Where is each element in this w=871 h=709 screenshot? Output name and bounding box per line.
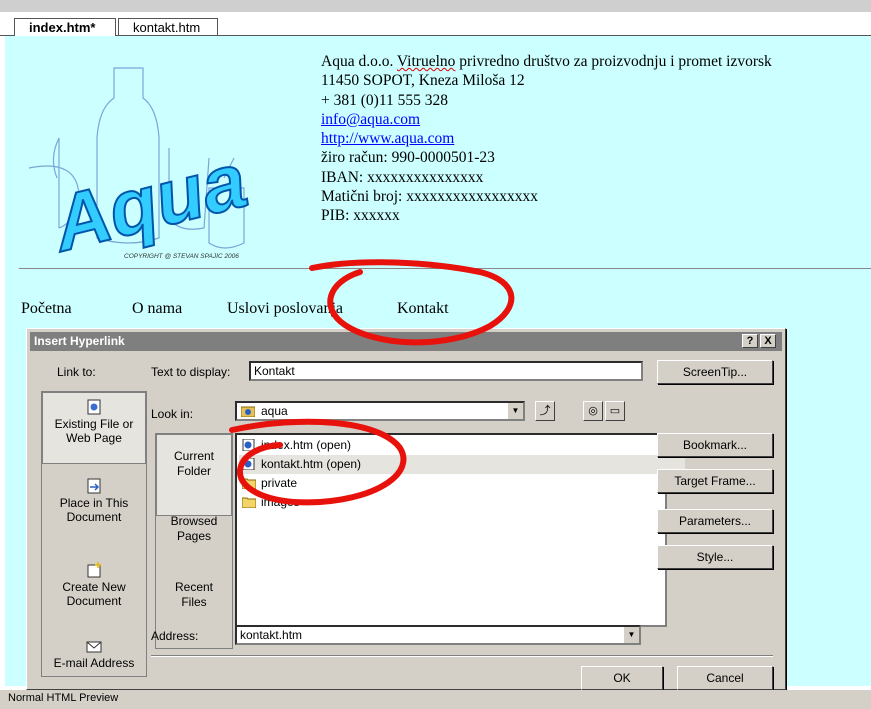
contact-info: Aqua d.o.o. Vitruelno privredno društvo … [321,52,772,226]
recent-files-label-1: Recent [174,580,214,594]
email-link[interactable]: info@aqua.com [321,110,772,129]
tab-bar-background [0,0,871,12]
dialog-title: Insert Hyperlink [34,334,125,348]
search-web-icon[interactable]: ◎ [583,401,603,421]
address-line: 11450 SOPOT, Kneza Miloša 12 [321,72,525,90]
place-label-2: Document [66,510,122,524]
link-to-email-address[interactable]: E-mail Address [42,632,146,676]
recent-files-button[interactable]: Recent Files [156,580,232,610]
html-file-icon [242,458,255,470]
dialog-divider [151,655,773,657]
screentip-button[interactable]: ScreenTip... [657,360,773,384]
address-value: kontakt.htm [240,628,303,642]
up-folder-icon[interactable]: ⤴ [535,401,555,421]
current-folder-button[interactable]: Current Folder [156,434,232,516]
browse-pane: Current Folder Browsed Pages Recent File… [155,433,233,649]
file-list[interactable]: index.htm (open) kontakt.htm (open) priv… [235,433,685,627]
ok-button[interactable]: OK [581,666,663,690]
iban-line: IBAN: xxxxxxxxxxxxxxx [321,168,484,186]
view-mode-bar: Normal HTML Preview [0,690,871,709]
logo-copyright: COPYRIGHT @ STEVAN SPAJIC 2006 [124,253,239,260]
email-icon [86,641,102,653]
look-in-value: aqua [261,404,288,418]
list-item[interactable]: kontakt.htm (open) [239,455,685,474]
horizontal-rule [19,268,871,269]
link-to-create-new-document[interactable]: Create New Document [42,556,146,620]
chevron-down-icon[interactable]: ▼ [507,403,523,419]
folder-icon [242,497,256,508]
create-new-label-1: Create New [62,580,126,594]
current-folder-label-2: Folder [176,464,211,478]
nav-uslovi-poslovanja[interactable]: Uslovi poslovanja [227,300,343,318]
file-name: images [261,495,300,509]
folder-icon [242,478,256,489]
look-in-label: Look in: [151,407,194,421]
browsed-pages-label-2: Pages [176,529,212,543]
address-label: Address: [151,629,199,643]
phone-line: + 381 (0)11 555 328 [321,91,448,109]
link-to-label: Link to: [57,365,96,379]
create-new-label-2: Document [66,594,122,608]
existing-file-label-2: Web Page [66,431,122,445]
view-mode-label: Normal HTML Preview [8,692,119,704]
nav-o-nama[interactable]: O nama [132,300,182,318]
html-file-icon [242,439,255,451]
link-to-existing-file[interactable]: Existing File or Web Page [42,392,146,464]
link-to-pane: Existing File or Web Page Place in This … [41,391,147,677]
place-label-1: Place in This [59,496,129,510]
open-folder-icon[interactable]: ▭ [605,401,625,421]
browsed-pages-button[interactable]: Browsed Pages [156,514,232,544]
list-item[interactable]: index.htm (open) [239,436,351,455]
close-button[interactable]: X [760,334,776,348]
list-item[interactable]: images [239,493,300,512]
cancel-button[interactable]: Cancel [677,666,773,690]
help-button[interactable]: ? [742,334,758,348]
target-frame-button[interactable]: Target Frame... [657,469,773,493]
tab-index-htm[interactable]: index.htm* [14,18,116,36]
account-line: žiro račun: 990-0000501-23 [321,149,495,167]
folder-web-icon [241,406,255,417]
bookmark-button[interactable]: Bookmark... [657,433,773,457]
chevron-down-icon[interactable]: ▼ [623,627,639,643]
recent-files-label-2: Files [181,595,207,609]
tab-kontakt-htm[interactable]: kontakt.htm [118,18,218,36]
file-name: private [261,476,298,490]
browsed-pages-label-1: Browsed [170,514,218,528]
look-in-dropdown[interactable]: aqua ▼ [235,401,525,421]
existing-file-label-1: Existing File or [54,417,134,431]
place-in-document-icon [87,478,101,494]
dialog-title-bar: Insert Hyperlink ? X [30,332,782,351]
pib-line: PIB: xxxxxx [321,207,400,225]
editor-tab-bar: index.htm* kontakt.htm [0,0,871,36]
email-label: E-mail Address [53,656,135,670]
nav-kontakt[interactable]: Kontakt [397,300,449,318]
list-item[interactable]: private [239,474,297,493]
text-to-display-input[interactable]: Kontakt [249,361,643,381]
file-name: kontakt.htm (open) [261,457,362,471]
maticni-line: Matični broj: xxxxxxxxxxxxxxxxx [321,188,538,206]
text-to-display-label: Text to display: [151,365,231,379]
parameters-button[interactable]: Parameters... [657,509,773,533]
style-button[interactable]: Style... [657,545,773,569]
website-link[interactable]: http://www.aqua.com [321,129,772,148]
file-name: index.htm (open) [261,438,352,452]
aqua-logo: Aqua COPYRIGHT @ STEVAN SPAJIC 2006 [28,67,256,268]
current-folder-label-1: Current [173,449,214,463]
new-document-icon [87,562,101,578]
address-input[interactable]: kontakt.htm ▼ [235,625,641,645]
nav-pocetna[interactable]: Početna [21,300,72,318]
link-to-place-in-document[interactable]: Place in This Document [42,472,146,536]
web-page-icon [87,399,101,415]
company-line: Aqua d.o.o. Vitruelno privredno društvo … [321,53,772,70]
insert-hyperlink-dialog: Insert Hyperlink ? X Link to: Text to di… [26,328,786,690]
